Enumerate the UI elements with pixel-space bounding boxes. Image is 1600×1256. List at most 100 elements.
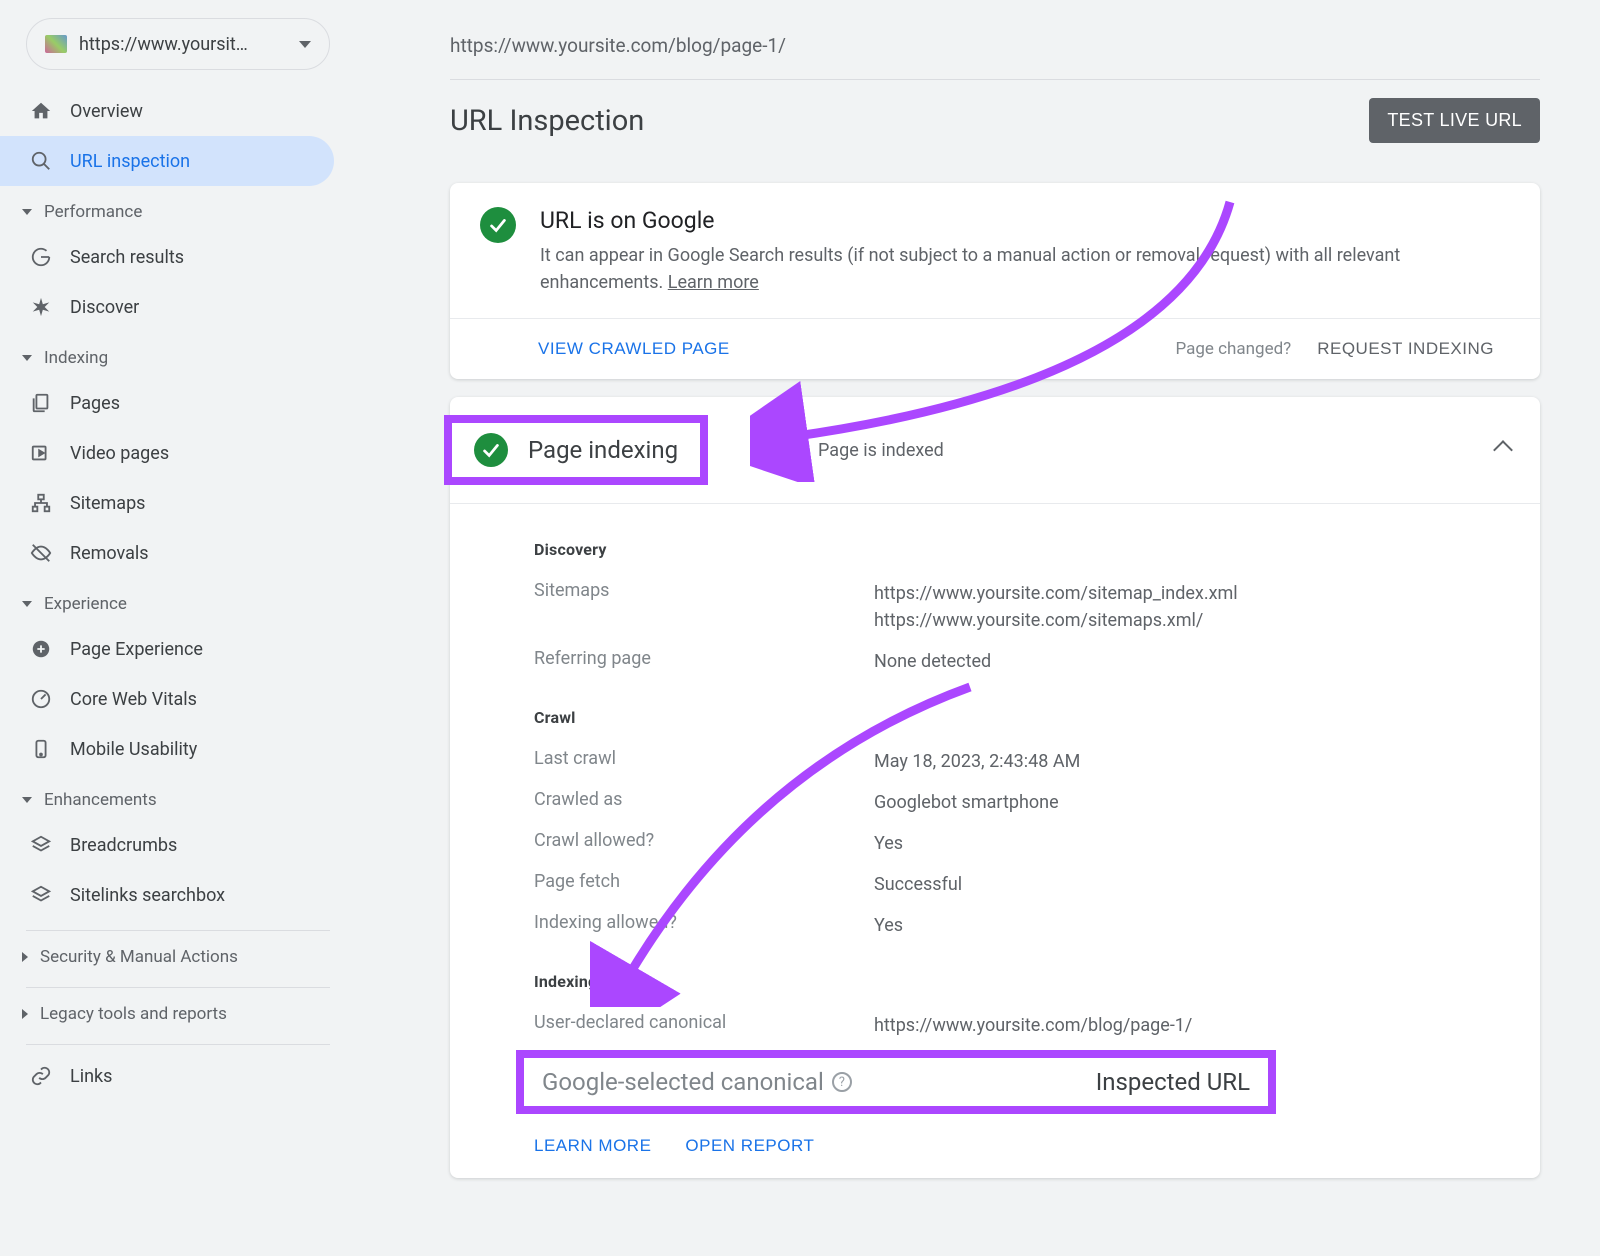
section-indexing[interactable]: Indexing xyxy=(0,338,350,378)
sidebar-item-label: Discover xyxy=(70,297,139,318)
sidebar: https://www.yoursit… Overview URL inspec… xyxy=(0,0,350,1256)
plus-circle-icon xyxy=(30,638,52,660)
sidebar-item-sitemaps[interactable]: Sitemaps xyxy=(0,478,334,528)
chevron-up-icon xyxy=(1493,440,1513,460)
sidebar-item-label: Page Experience xyxy=(70,639,203,660)
sidebar-item-core-web-vitals[interactable]: Core Web Vitals xyxy=(0,674,334,724)
property-url: https://www.yoursit… xyxy=(79,34,291,55)
indexing-status: Page is indexed xyxy=(818,440,944,461)
sidebar-item-label: Overview xyxy=(70,101,143,122)
sidebar-item-search-results[interactable]: Search results xyxy=(0,232,334,282)
sidebar-item-overview[interactable]: Overview xyxy=(0,86,334,136)
sidebar-item-pages[interactable]: Pages xyxy=(0,378,334,428)
sidebar-item-label: Removals xyxy=(70,543,149,564)
page-fetch-label: Page fetch xyxy=(534,871,874,892)
crawl-allowed-value: Yes xyxy=(874,830,903,857)
sidebar-item-label: Sitemaps xyxy=(70,493,145,514)
indexing-badge-label: Page indexing xyxy=(528,436,678,464)
user-canonical-value: https://www.yoursite.com/blog/page-1/ xyxy=(874,1012,1192,1039)
crawl-allowed-label: Crawl allowed? xyxy=(534,830,874,851)
section-experience[interactable]: Experience xyxy=(0,584,350,624)
section-performance[interactable]: Performance xyxy=(0,192,350,232)
sidebar-item-label: Pages xyxy=(70,393,120,414)
section-title: Enhancements xyxy=(44,790,157,810)
section-title: Indexing xyxy=(44,348,108,368)
chevron-down-icon xyxy=(22,797,32,803)
site-favicon xyxy=(45,35,67,53)
sidebar-item-links[interactable]: Links xyxy=(0,1051,334,1101)
sidebar-item-label: Breadcrumbs xyxy=(70,835,177,856)
chevron-right-icon xyxy=(22,952,28,962)
indexing-allowed-label: Indexing allowed? xyxy=(534,912,874,933)
open-report-button[interactable]: OPEN REPORT xyxy=(685,1136,814,1156)
sidebar-item-label: Sitelinks searchbox xyxy=(70,885,225,906)
user-canonical-label: User-declared canonical xyxy=(534,1012,874,1033)
indexing-toggle[interactable]: Page indexing Page is indexed xyxy=(450,397,1540,504)
sidebar-item-page-experience[interactable]: Page Experience xyxy=(0,624,334,674)
asterisk-icon xyxy=(30,296,52,318)
hidden-icon xyxy=(30,542,52,564)
summary-desc: It can appear in Google Search results (… xyxy=(540,242,1510,296)
checkmark-icon xyxy=(474,433,508,467)
checkmark-icon xyxy=(480,207,516,243)
inspected-url: https://www.yoursite.com/blog/page-1/ xyxy=(450,34,1540,80)
sidebar-item-video-pages[interactable]: Video pages xyxy=(0,428,334,478)
phone-icon xyxy=(30,738,52,760)
chevron-down-icon xyxy=(299,41,311,48)
chevron-right-icon xyxy=(22,1009,28,1019)
sidebar-item-discover[interactable]: Discover xyxy=(0,282,334,332)
google-icon xyxy=(30,246,52,268)
section-enhancements[interactable]: Enhancements xyxy=(0,780,350,820)
section-legacy[interactable]: Legacy tools and reports xyxy=(0,994,350,1034)
sidebar-item-label: Links xyxy=(70,1066,112,1087)
last-crawl-value: May 18, 2023, 2:43:48 AM xyxy=(874,748,1080,775)
summary-card: URL is on Google It can appear in Google… xyxy=(450,183,1540,379)
page-fetch-value: Successful xyxy=(874,871,962,898)
section-security[interactable]: Security & Manual Actions xyxy=(0,937,350,977)
sidebar-item-breadcrumbs[interactable]: Breadcrumbs xyxy=(0,820,334,870)
chevron-down-icon xyxy=(22,601,32,607)
search-icon xyxy=(30,150,52,172)
crawl-heading: Crawl xyxy=(534,708,1510,727)
last-crawl-label: Last crawl xyxy=(534,748,874,769)
property-selector[interactable]: https://www.yoursit… xyxy=(26,18,330,70)
test-live-url-button[interactable]: TEST LIVE URL xyxy=(1369,98,1540,143)
main-content: https://www.yoursite.com/blog/page-1/ UR… xyxy=(350,0,1600,1256)
sitemaps-value: https://www.yoursite.com/sitemap_index.x… xyxy=(874,580,1238,634)
sidebar-item-url-inspection[interactable]: URL inspection xyxy=(0,136,334,186)
referring-value: None detected xyxy=(874,648,991,675)
section-title: Performance xyxy=(44,202,142,222)
help-icon[interactable]: ? xyxy=(832,1072,852,1092)
google-canonical-label: Google-selected canonical ? xyxy=(542,1068,1096,1096)
request-indexing-button[interactable]: REQUEST INDEXING xyxy=(1301,339,1510,359)
chevron-down-icon xyxy=(22,209,32,215)
section-title: Experience xyxy=(44,594,127,614)
video-icon xyxy=(30,442,52,464)
sitemaps-label: Sitemaps xyxy=(534,580,874,601)
home-icon xyxy=(30,100,52,122)
indexing-card: Page indexing Page is indexed Discovery … xyxy=(450,397,1540,1178)
chevron-down-icon xyxy=(22,355,32,361)
learn-more-button[interactable]: LEARN MORE xyxy=(534,1136,651,1156)
section-title: Security & Manual Actions xyxy=(40,947,238,967)
link-icon xyxy=(30,1065,52,1087)
layers-icon xyxy=(30,884,52,906)
crawled-as-label: Crawled as xyxy=(534,789,874,810)
google-canonical-value: Inspected URL xyxy=(1096,1068,1250,1096)
sidebar-item-label: URL inspection xyxy=(70,151,190,172)
sidebar-item-label: Core Web Vitals xyxy=(70,689,197,710)
page-title: URL Inspection xyxy=(450,104,644,138)
sidebar-item-mobile-usability[interactable]: Mobile Usability xyxy=(0,724,334,774)
learn-more-link[interactable]: Learn more xyxy=(668,272,759,293)
referring-label: Referring page xyxy=(534,648,874,669)
sidebar-item-label: Mobile Usability xyxy=(70,739,197,760)
indexing-heading: Indexing xyxy=(534,972,1510,991)
sidebar-item-removals[interactable]: Removals xyxy=(0,528,334,578)
pages-icon xyxy=(30,392,52,414)
page-indexing-badge: Page indexing xyxy=(444,415,708,485)
google-canonical-highlight: Google-selected canonical ? Inspected UR… xyxy=(516,1050,1276,1114)
sidebar-item-label: Search results xyxy=(70,247,184,268)
gauge-icon xyxy=(30,688,52,710)
sidebar-item-sitelinks-searchbox[interactable]: Sitelinks searchbox xyxy=(0,870,334,920)
view-crawled-page-button[interactable]: VIEW CRAWLED PAGE xyxy=(480,339,746,359)
